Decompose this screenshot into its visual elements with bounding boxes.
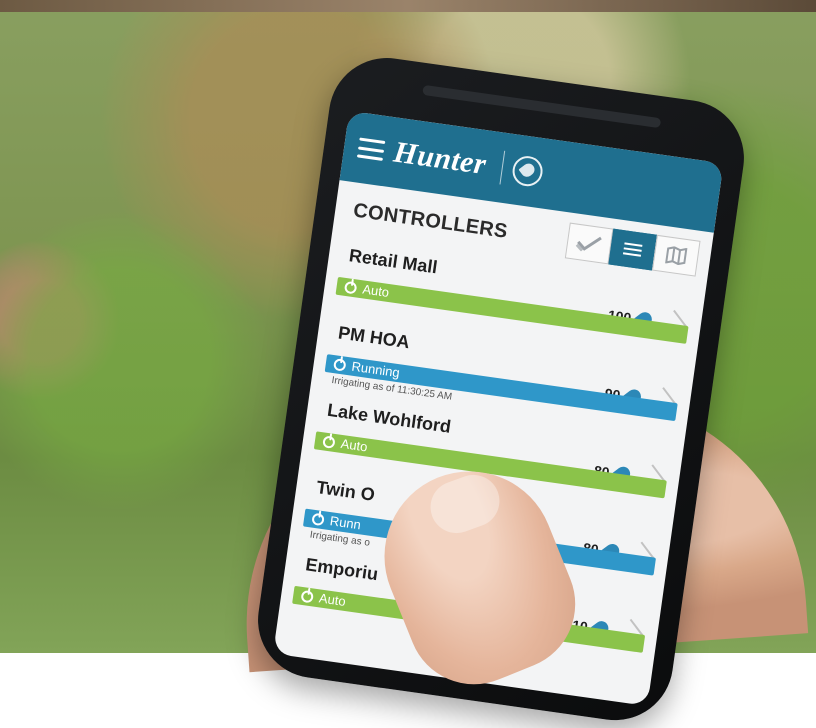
- power-icon: [311, 512, 325, 527]
- brand-logo-text: Hunter: [391, 135, 489, 182]
- power-icon: [322, 435, 336, 449]
- top-strip: [0, 0, 816, 12]
- select-mode-button[interactable]: [564, 222, 614, 265]
- map-view-button[interactable]: [651, 234, 701, 277]
- list-view-button[interactable]: [608, 228, 657, 271]
- page-title: CONTROLLERS: [351, 198, 510, 243]
- power-icon: [333, 358, 347, 372]
- power-icon: [300, 589, 314, 604]
- status-text: Auto: [318, 590, 347, 609]
- status-text: Auto: [339, 435, 369, 455]
- water-drop-icon: [510, 154, 545, 189]
- status-text: Runn: [328, 513, 362, 533]
- map-icon: [665, 246, 688, 266]
- view-switcher: [564, 222, 701, 277]
- power-icon: [343, 280, 358, 295]
- list-icon: [622, 242, 643, 257]
- menu-icon[interactable]: [356, 137, 386, 161]
- check-icon: [575, 236, 602, 252]
- header-divider: [499, 150, 506, 185]
- status-text: Auto: [361, 281, 391, 301]
